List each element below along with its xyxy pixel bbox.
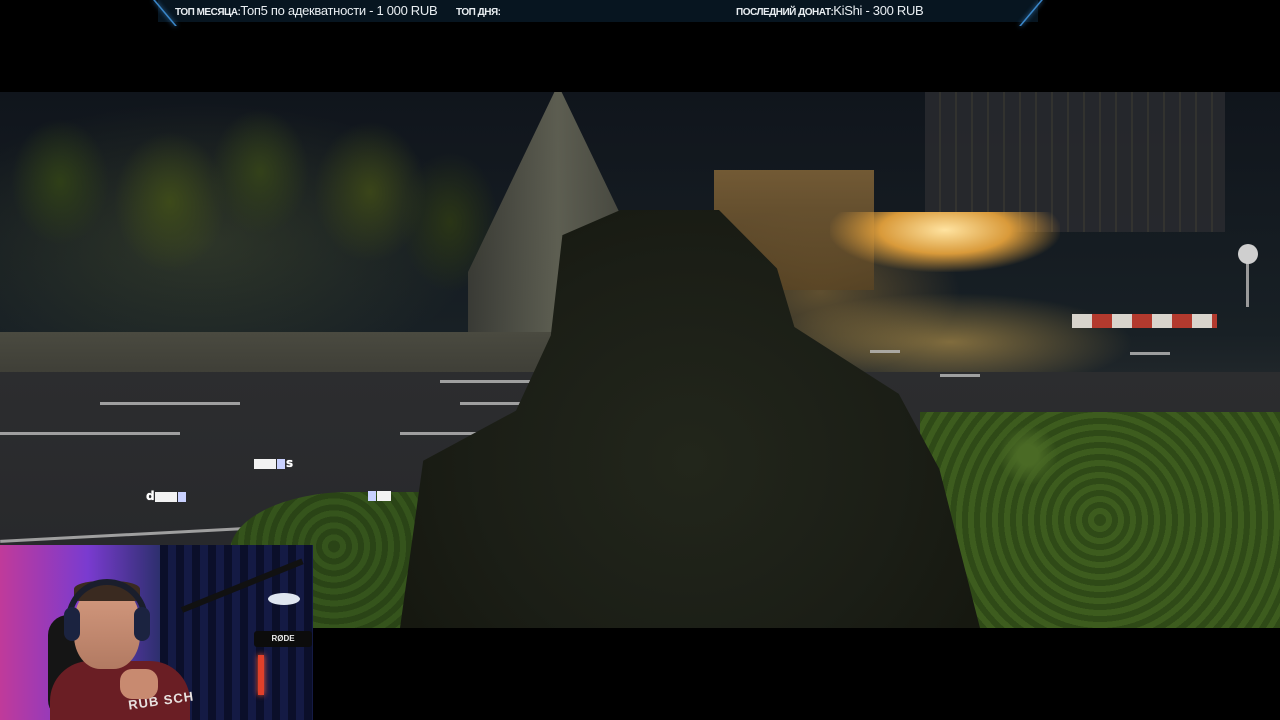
glitch-block — [368, 490, 376, 501]
top-month-label: ТОП МЕСЯЦА: — [175, 7, 241, 18]
glitch-block — [254, 458, 276, 469]
led-light — [258, 655, 264, 695]
lane-marking — [940, 374, 980, 377]
ticker-left-accent — [153, 0, 177, 26]
top-month-item: ТОП МЕСЯЦА:Топ5 по адекватности - 1 000 … — [175, 3, 438, 18]
streamer-webcam: RUB SCH RØDE — [0, 545, 313, 720]
palm-trees — [0, 92, 520, 322]
road-sign — [1238, 244, 1258, 264]
lane-marking — [870, 350, 900, 353]
ring-light — [268, 593, 300, 605]
headset-ear-cup — [64, 607, 80, 641]
lane-marking — [100, 402, 240, 405]
glitch-block — [277, 458, 285, 469]
glitch-block — [154, 491, 177, 502]
lane-marking — [440, 380, 530, 383]
subtitle-text: d — [146, 489, 155, 503]
last-donation-value: KiShi - 300 RUB — [833, 3, 924, 18]
lane-marking — [1130, 352, 1170, 355]
top-month-value: Топ5 по адекватности - 1 000 RUB — [240, 3, 438, 18]
subtitle-fragment: d — [146, 489, 187, 503]
background-building — [925, 92, 1225, 232]
hedge-right — [920, 412, 1280, 628]
last-donation-label: ПОСЛЕДНИЙ ДОНАТ: — [736, 7, 834, 18]
top-day-item: ТОП ДНЯ: — [456, 3, 501, 18]
hand — [120, 669, 158, 699]
streamer: RUB SCH — [50, 579, 200, 720]
glitch-block — [177, 491, 186, 502]
sign-pole — [1246, 262, 1249, 307]
ticker-right-accent — [1019, 0, 1043, 26]
headset-ear-cup — [134, 607, 150, 641]
subtitle-fragment: s — [254, 456, 293, 470]
last-donation-item: ПОСЛЕДНИЙ ДОНАТ:KiShi - 300 RUB — [736, 3, 924, 18]
illuminated-palace — [830, 212, 1060, 272]
road-barrier — [1072, 314, 1217, 328]
glitch-block — [377, 490, 391, 501]
donation-ticker-bar: ТОП МЕСЯЦА:Топ5 по адекватности - 1 000 … — [153, 0, 1043, 26]
subtitle-text: s — [286, 456, 294, 470]
top-day-label: ТОП ДНЯ: — [456, 7, 501, 18]
microphone: RØDE — [254, 631, 312, 647]
lane-marking — [0, 432, 180, 435]
subtitle-fragment — [368, 488, 392, 502]
